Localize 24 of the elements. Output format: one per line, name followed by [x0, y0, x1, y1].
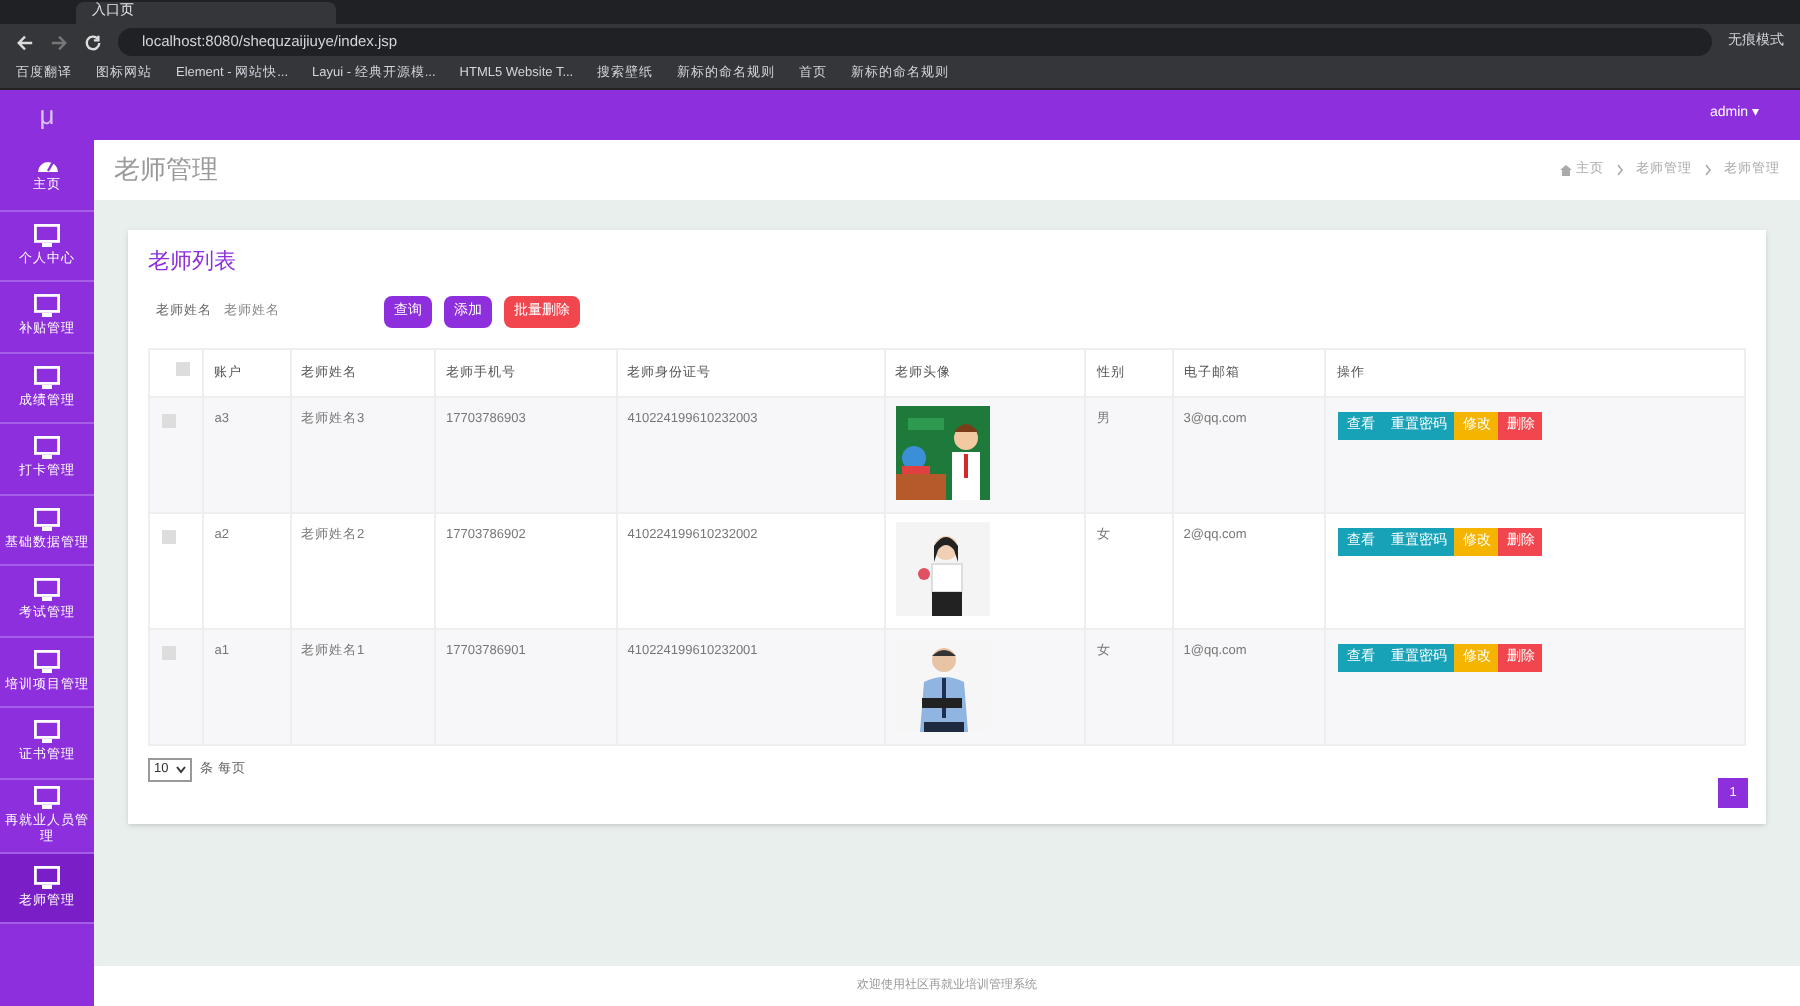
monitor-icon — [34, 785, 60, 809]
caret-icon — [176, 765, 186, 774]
monitor-icon — [34, 507, 60, 532]
forward-icon[interactable] — [50, 33, 68, 51]
monitor-icon — [34, 649, 60, 674]
chevron-icon — [1616, 164, 1624, 176]
page-title: 老师管理 — [114, 152, 218, 189]
monitor-icon — [34, 365, 60, 390]
select-all-checkbox[interactable] — [175, 362, 190, 377]
logo: μ — [37, 97, 57, 134]
row-checkbox[interactable] — [162, 646, 176, 660]
monitor-icon — [34, 578, 60, 603]
monitor-icon — [34, 720, 60, 745]
monitor-icon — [34, 865, 60, 890]
reload-icon[interactable] — [84, 33, 102, 51]
back-icon[interactable] — [16, 33, 34, 51]
row-checkbox[interactable] — [162, 530, 176, 544]
monitor-icon — [34, 436, 60, 461]
monitor-icon — [34, 294, 60, 319]
home-icon — [1560, 164, 1572, 176]
card-title: 老师列表 — [148, 248, 238, 278]
monitor-icon — [34, 223, 60, 248]
row-checkbox[interactable] — [162, 414, 176, 428]
chevron-icon — [1704, 164, 1712, 176]
